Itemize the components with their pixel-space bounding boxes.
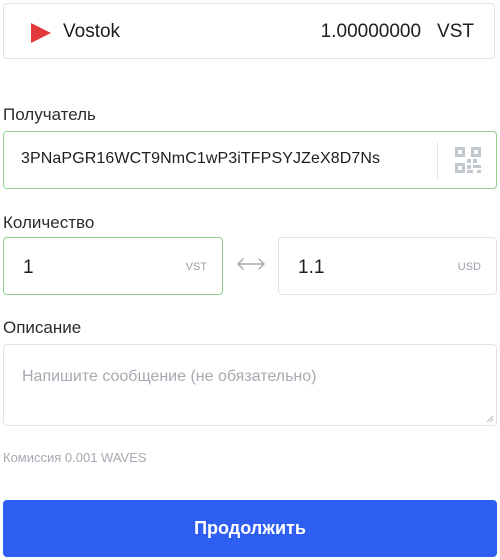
amount-fiat-field[interactable]: 1.1 USD	[278, 237, 497, 295]
description-label: Описание	[3, 318, 82, 337]
amount-fiat-value[interactable]: 1.1	[298, 257, 324, 279]
resize-grip-icon[interactable]	[486, 415, 494, 423]
amount-asset-value[interactable]: 1	[23, 257, 34, 279]
description-textarea[interactable]: Напишите сообщение (не обязательно)	[3, 344, 497, 426]
continue-button[interactable]: Продолжить	[3, 500, 497, 557]
asset-name: Vostok	[63, 21, 121, 42]
vostok-play-icon	[31, 23, 51, 43]
asset-amount: 1.00000000	[320, 21, 422, 42]
amount-label: Количество	[3, 213, 95, 232]
swap-arrows-icon	[237, 258, 265, 270]
asset-balance: 1.00000000 VST	[321, 21, 474, 43]
qr-code-icon[interactable]	[455, 147, 481, 173]
asset-ticker: VST	[437, 21, 474, 42]
amount-fiat-unit: USD	[457, 261, 481, 273]
description-placeholder: Напишите сообщение (не обязательно)	[22, 368, 317, 385]
asset-selector[interactable]: Vostok 1.00000000 VST	[3, 3, 495, 59]
amount-asset-field[interactable]: 1 VST	[3, 237, 223, 295]
recipient-input-value[interactable]: 3PNaPGR16WCT9NmC1wP3iTFPSYJZeX8D7Ns	[21, 150, 380, 168]
fee-text: Комиссия 0.001 WAVES	[3, 450, 147, 465]
recipient-label: Получатель	[3, 105, 96, 124]
amount-asset-unit: VST	[185, 261, 207, 273]
qr-divider	[437, 142, 438, 179]
recipient-field[interactable]: 3PNaPGR16WCT9NmC1wP3iTFPSYJZeX8D7Ns	[3, 131, 497, 189]
